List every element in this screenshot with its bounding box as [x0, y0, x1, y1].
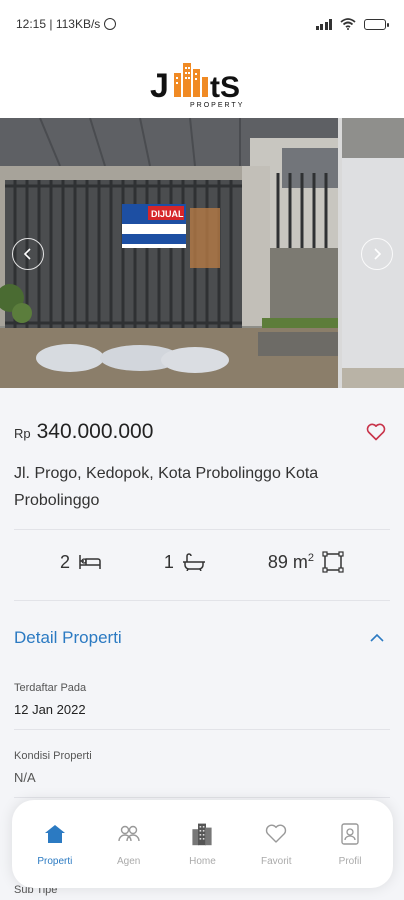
- favorite-heart-icon[interactable]: [366, 423, 386, 441]
- signal-icon: [315, 18, 332, 30]
- svg-text:PROPERTY: PROPERTY: [190, 102, 244, 109]
- detail-properti-header[interactable]: Detail Properti: [14, 628, 384, 648]
- divider: [14, 729, 390, 730]
- nav-label: Favorit: [261, 855, 292, 867]
- jts-property-logo: J tS PROPERTY: [150, 63, 244, 109]
- price-row: Rp 340.000.000: [14, 420, 386, 444]
- divider: [14, 600, 390, 601]
- heart-icon: [264, 822, 288, 846]
- area-unit-sup: 2: [307, 551, 314, 564]
- nav-label: Agen: [117, 855, 141, 867]
- nav-favorit[interactable]: Favorit: [243, 822, 309, 867]
- chevron-up-icon[interactable]: [370, 633, 384, 643]
- photo-carousel[interactable]: DIJUAL: [0, 118, 404, 388]
- property-specs: 2 1 89 m2: [14, 548, 390, 576]
- property-address: Jl. Progo, Kedopok, Kota Probolinggo Kot…: [14, 465, 319, 509]
- people-icon: [117, 822, 141, 846]
- bathrooms-count: 1: [163, 551, 174, 572]
- status-left: 12:15 | 113KB/s: [16, 17, 117, 31]
- chevron-left-icon: [23, 248, 31, 260]
- area-icon: [322, 551, 344, 573]
- app-header: J tS PROPERTY: [0, 48, 404, 118]
- photo-sign-text: DIJUAL: [151, 209, 184, 219]
- nav-label: Properti: [37, 855, 73, 867]
- profile-card-icon: [338, 822, 362, 846]
- field-kondisi-properti: Kondisi Properti N/A: [14, 750, 390, 798]
- carousel-next-button[interactable]: [361, 238, 393, 270]
- chevron-right-icon: [374, 248, 382, 260]
- price-value: 340.000.000: [36, 420, 154, 443]
- nav-label: Home: [189, 855, 216, 867]
- status-right: [315, 18, 389, 30]
- field-label: Terdaftar Pada: [14, 682, 87, 694]
- nav-properti[interactable]: Properti: [22, 822, 88, 867]
- carousel-prev-button[interactable]: [12, 238, 44, 270]
- nav-label: Profil: [338, 855, 362, 867]
- divider: [14, 529, 390, 530]
- svg-text:J: J: [150, 67, 169, 105]
- divider: [14, 797, 390, 798]
- detail-properti-title: Detail Properti: [14, 628, 122, 647]
- area-number: 89 m: [267, 551, 308, 572]
- bathtub-icon: [182, 553, 205, 571]
- status-bar: 12:15 | 113KB/s: [0, 0, 404, 48]
- spec-bedrooms: 2: [60, 552, 102, 573]
- field-terdaftar-pada: Terdaftar Pada 12 Jan 2022: [14, 682, 390, 730]
- price: Rp 340.000.000: [14, 420, 153, 444]
- nav-agen[interactable]: Agen: [96, 822, 162, 867]
- price-currency: Rp: [14, 426, 31, 441]
- battery-icon: [364, 18, 389, 30]
- home-icon: [43, 822, 67, 846]
- nav-profil[interactable]: Profil: [317, 822, 383, 867]
- spec-bathrooms: 1: [164, 552, 206, 573]
- bottom-navigation: Properti Agen Home Favorit Profil: [12, 800, 393, 888]
- building-icon: [190, 822, 214, 846]
- area-value: 89 m2: [268, 552, 314, 573]
- status-time-speed: 12:15 | 113KB/s: [16, 17, 101, 31]
- field-value: 12 Jan 2022: [14, 702, 86, 717]
- whatsapp-icon: [104, 18, 117, 30]
- bedrooms-count: 2: [60, 551, 71, 572]
- nav-home[interactable]: Home: [169, 822, 235, 867]
- svg-text:tS: tS: [210, 71, 240, 104]
- field-label: Kondisi Properti: [14, 750, 92, 762]
- property-photo[interactable]: DIJUAL: [0, 118, 338, 388]
- wifi-icon: [340, 18, 356, 30]
- bed-icon: [79, 555, 101, 569]
- spec-area: 89 m2: [268, 551, 344, 573]
- field-value: N/A: [14, 770, 36, 785]
